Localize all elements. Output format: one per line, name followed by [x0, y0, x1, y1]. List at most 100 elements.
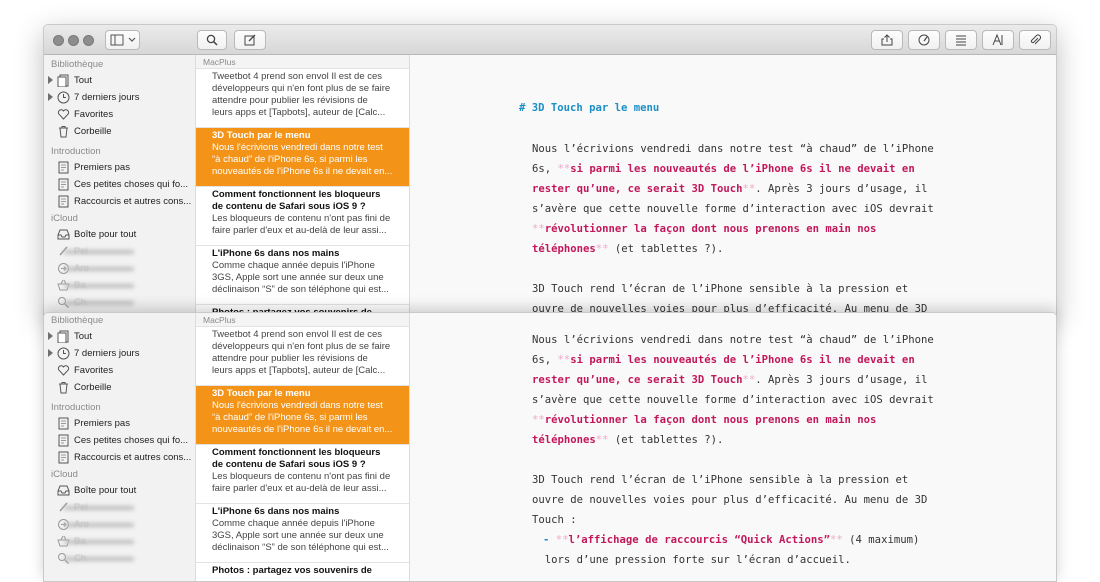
font-button[interactable]: [982, 30, 1014, 50]
note-preview-line: attendre pour publier les révisions de: [212, 353, 368, 364]
sidebar-item-label: Corbeille: [74, 126, 112, 137]
sidebar-item[interactable]: Boîte pour tout: [44, 226, 195, 243]
sidebar-item[interactable]: Favorites: [44, 362, 195, 379]
sidebar-item[interactable]: Ba: [44, 277, 195, 294]
sidebar-section-title: Introduction: [51, 402, 101, 413]
clock-icon: [57, 347, 70, 360]
compose-icon: [244, 34, 256, 46]
zoom-window-button[interactable]: [83, 35, 94, 46]
outline-button[interactable]: [945, 30, 977, 50]
sidebar-item[interactable]: Aro: [44, 260, 195, 277]
markdown-marker: **: [595, 243, 609, 255]
note-list-item[interactable]: 3D Touch par le menu Nous l'écrivions ven…: [196, 386, 409, 445]
sidebar-item[interactable]: Pei: [44, 243, 195, 260]
note-list-item[interactable]: Comment fonctionnent les bloqueurs de con…: [196, 187, 409, 246]
sidebar-toggle-button[interactable]: [105, 30, 140, 50]
editor-line: - **l’affichage de raccourcis “Quick Act…: [543, 534, 919, 546]
note-icon: [58, 161, 69, 174]
note-preview-line: nouveautés de l'iPhone 6s il ne devait e…: [212, 166, 393, 177]
note-list-item[interactable]: Comment fonctionnent les bloqueurs de con…: [196, 445, 409, 504]
statistics-button[interactable]: [908, 30, 940, 50]
sidebar-item[interactable]: Premiers pas: [44, 159, 195, 176]
editor-line: ouvre de nouvelles voies pour plus d’eff…: [532, 494, 927, 506]
sidebar-item[interactable]: Ces petites choses qui fo...: [44, 432, 195, 449]
note-title: de contenu de Safari sous iOS 9 ?: [212, 459, 366, 470]
text: Nous l’écrivions vendredi dans notre tes…: [532, 334, 934, 346]
note-list-item[interactable]: Tweetbot 4 prend son envol Il est de ces…: [196, 69, 409, 128]
search-icon: [206, 34, 218, 46]
sidebar-item[interactable]: Ba: [44, 533, 195, 550]
note-preview-line: Tweetbot 4 prend son envol Il est de ces: [212, 71, 383, 82]
sidebar-item[interactable]: Corbeille: [44, 379, 195, 396]
editor-line: lors d’une pression forte sur l’écran d’…: [532, 554, 851, 566]
note-list-item[interactable]: Tweetbot 4 prend son envol Il est de ces…: [196, 327, 409, 386]
note-preview-line: 3GS, Apple sort une année sur deux une: [212, 530, 384, 541]
editor-line: téléphones** (et tablettes ?).: [532, 243, 723, 255]
sidebar-item[interactable]: Ces petites choses qui fo...: [44, 176, 195, 193]
sidebar-item[interactable]: Ch: [44, 294, 195, 311]
text: Nous l’écrivions vendredi dans notre tes…: [532, 143, 934, 155]
toolbar: [44, 25, 1056, 55]
sidebar-item-label: 7 derniers jours: [74, 348, 140, 359]
sidebar-toggle-icon: [110, 34, 135, 46]
inbox-icon: [57, 229, 70, 240]
sidebar-item[interactable]: Aro: [44, 516, 195, 533]
sidebar-item[interactable]: Pei: [44, 499, 195, 516]
note-list-item[interactable]: L'iPhone 6s dans nos mains Comme chaque a…: [196, 504, 409, 563]
bold-text: rester qu’une, ce serait 3D Touch: [532, 183, 743, 195]
note-preview-line: Les bloqueurs de contenu n'ont pas fini …: [212, 471, 391, 482]
sidebar-item[interactable]: Raccourcis et autres cons...: [44, 449, 195, 466]
disclosure-triangle-icon[interactable]: [48, 332, 53, 340]
sidebar-item-label: Boîte pour tout: [74, 485, 137, 496]
sidebar-item[interactable]: Boîte pour tout: [44, 482, 195, 499]
disclosure-triangle-icon[interactable]: [48, 76, 53, 84]
new-note-button[interactable]: [234, 30, 266, 50]
sidebar-item-label: 7 derniers jours: [74, 92, 140, 103]
note-list: MacPlus Tweetbot 4 prend son envol Il es…: [196, 313, 410, 581]
sidebar-item-label: Ces petites choses qui fo...: [74, 179, 189, 190]
note-list-item[interactable]: 3D Touch par le menu Nous l'écrivions ven…: [196, 128, 409, 187]
sidebar-item-label: Premiers pas: [74, 418, 130, 429]
bold-text: révolutionner la façon dont nous prenons…: [544, 414, 877, 426]
editor-line: **révolutionner la façon dont nous preno…: [532, 223, 876, 235]
search-button[interactable]: [197, 30, 227, 50]
font-icon: [992, 34, 1003, 46]
markdown-marker: **: [595, 434, 609, 446]
text: 3D Touch rend l’écran de l’iPhone sensib…: [532, 474, 909, 486]
blur-redaction: [64, 284, 134, 288]
note-list-item[interactable]: Photos : partagez vos souvenirs de: [196, 563, 409, 581]
sidebar-item[interactable]: Corbeille: [44, 123, 195, 140]
sidebar-item[interactable]: 7 derniers jours: [44, 89, 195, 106]
note-heading: # 3D Touch par le menu: [519, 102, 660, 114]
note-preview-line: “à chaud” de l'iPhone 6s, si parmi les: [212, 154, 368, 165]
note-list-item[interactable]: L'iPhone 6s dans nos mains Comme chaque a…: [196, 246, 409, 305]
sidebar-item[interactable]: Premiers pas: [44, 415, 195, 432]
note-editor[interactable]: # 3D Touch par le menu Nous l’écrivions v…: [410, 55, 1056, 315]
sidebar-item[interactable]: Tout: [44, 328, 195, 345]
disclosure-triangle-icon[interactable]: [48, 93, 53, 101]
note-preview-line: Les bloqueurs de contenu n'ont pas fini …: [212, 213, 391, 224]
text: (4 maximum): [842, 534, 920, 546]
sidebar-item[interactable]: Tout: [44, 72, 195, 89]
sidebar-item[interactable]: 7 derniers jours: [44, 345, 195, 362]
paperclip-icon: [1030, 34, 1041, 45]
attach-button[interactable]: [1019, 30, 1051, 50]
sidebar-item[interactable]: Ch: [44, 550, 195, 567]
note-editor[interactable]: Nous l’écrivions vendredi dans notre tes…: [410, 313, 1056, 581]
text: (et tablettes ?).: [608, 243, 724, 255]
note-preview-line: “à chaud” de l'iPhone 6s, si parmi les: [212, 412, 368, 423]
note-preview-line: faire parler d'eux et au-delà de leur as…: [212, 483, 387, 494]
sidebar-item[interactable]: Favorites: [44, 106, 195, 123]
note-preview-line: déclinaison “S” de son téléphone qui est…: [212, 284, 389, 295]
trash-icon: [59, 126, 68, 138]
sidebar-item[interactable]: Raccourcis et autres cons...: [44, 193, 195, 210]
close-window-button[interactable]: [53, 35, 64, 46]
sidebar-section-title: iCloud: [51, 213, 78, 224]
minimize-window-button[interactable]: [68, 35, 79, 46]
sidebar-item-label: Premiers pas: [74, 162, 130, 173]
disclosure-triangle-icon[interactable]: [48, 349, 53, 357]
share-button[interactable]: [871, 30, 903, 50]
note-preview-line: leurs apps et [Tapbots], auteur de [Calc…: [212, 107, 386, 118]
list-icon: [956, 35, 966, 46]
note-preview-line: Comme chaque année depuis l'iPhone: [212, 260, 375, 271]
